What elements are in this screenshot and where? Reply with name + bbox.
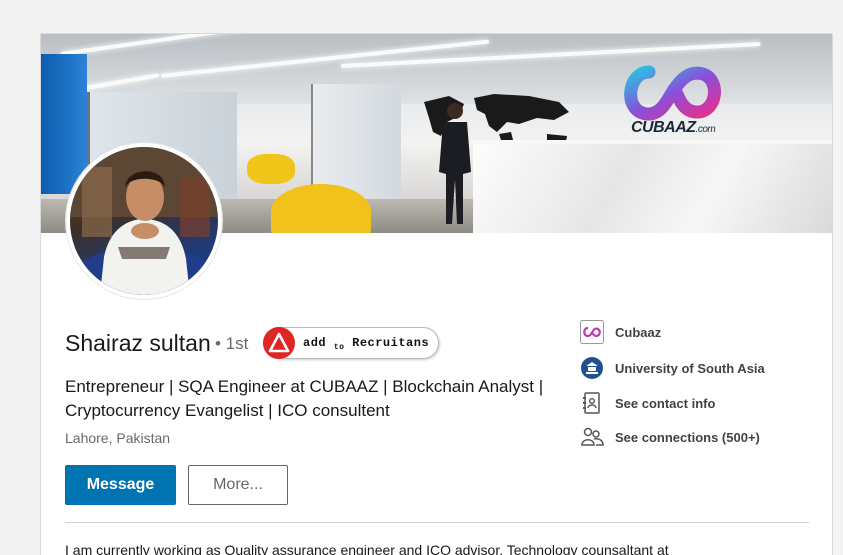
profile-summary: I am currently working as Quality assura… [65,542,669,555]
profile-photo-avatar[interactable] [66,143,222,299]
profile-name: Shairaz sultan [65,330,211,356]
person-photo [70,147,218,295]
person-figure [439,103,471,224]
current-company-link[interactable]: Cubaaz [579,319,661,345]
education-link[interactable]: University of South Asia [579,355,765,381]
company-name: Cubaaz [615,324,662,340]
university-logo-icon [579,355,605,381]
section-divider [65,522,809,523]
contact-info-link[interactable]: See contact info [579,390,715,416]
university-name: University of South Asia [615,360,765,376]
contact-info-label: See contact info [615,395,716,411]
contact-card-icon [579,390,605,416]
company-logo-icon [579,319,605,345]
connections-link[interactable]: See connections (500+) [579,424,760,450]
recruitans-label: add to Recruitans [303,336,430,352]
more-actions-button[interactable]: More... [188,465,288,505]
connections-label: See connections (500+) [615,429,760,445]
profile-location: Lahore, Pakistan [65,430,171,446]
profile-headline: Entrepreneur | SQA Engineer at CUBAAZ | … [65,377,544,420]
message-button[interactable]: Message [65,465,176,505]
recruitans-logo-icon [263,327,295,359]
profile-card: CUBAAZ.com Shairaz sultan • 1st add to R… [40,33,833,555]
add-to-recruitans-button[interactable]: add to Recruitans [263,327,439,359]
banner-logo-text: CUBAAZ.com [631,119,716,136]
people-icon [579,424,605,450]
connection-degree: • 1st [215,334,249,353]
